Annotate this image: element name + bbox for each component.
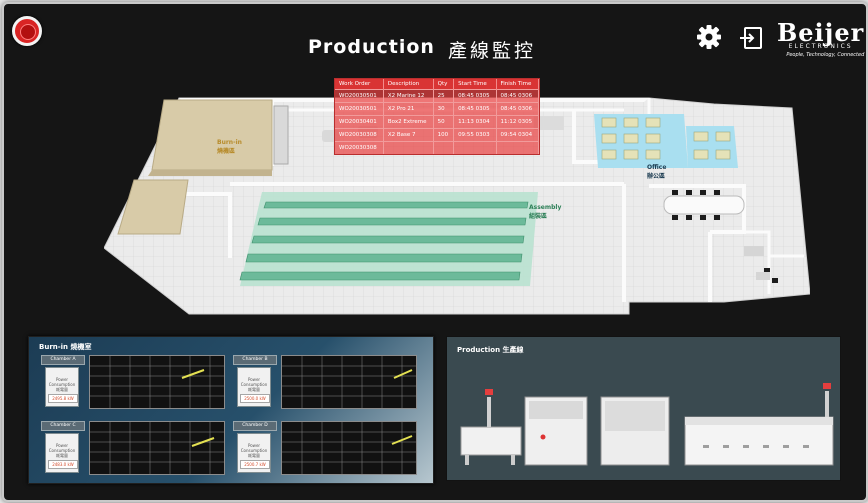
record-icon	[20, 24, 36, 40]
burnin-zone-label: Burn-in 燒機區	[217, 139, 242, 155]
beijer-logo: Beijer ELECTRONICS People, Technology, C…	[777, 18, 865, 58]
power-metric: Power Consumption 耗電量 2495.8 kW	[45, 367, 79, 407]
chamber-badge: Chamber D	[233, 421, 277, 431]
conveyor-machine	[460, 389, 522, 465]
logout-icon	[740, 27, 762, 49]
burnin-card-c[interactable]: Chamber C Power Consumption 耗電量 2483.0 k…	[37, 421, 225, 477]
logout-button[interactable]	[738, 24, 766, 52]
production-line-panel: Production 生產線	[446, 336, 841, 481]
chamber-badge: Chamber C	[41, 421, 85, 431]
power-trend-chart	[281, 421, 417, 475]
burnin-card-b[interactable]: Chamber B Power Consumption 耗電量 2500.0 k…	[229, 355, 417, 411]
table-row[interactable]: WO20030308	[335, 141, 540, 154]
burnin-card-d[interactable]: Chamber D Power Consumption 耗電量 2500.7 k…	[229, 421, 417, 477]
table-row[interactable]: WO20030401 Box2 Extreme 50 11:13 0304 11:12 …	[335, 115, 540, 129]
table-row[interactable]: WO20030501 X2 Marine 12 25 08:45 0305 08:45 …	[335, 89, 540, 103]
col-work-order: Work Order	[335, 79, 384, 90]
pick-place-machine	[600, 396, 670, 466]
table-row[interactable]: WO20030308 X2 Base 7 100 09:55 0303 09:54 03…	[335, 128, 540, 142]
office-zone-label: Office 辦公區	[647, 164, 667, 180]
table-row[interactable]: WO20030501 X2 Pro 21 30 08:45 0305 08:45 030…	[335, 102, 540, 116]
power-trend-chart	[281, 355, 417, 409]
reflow-oven	[684, 383, 834, 466]
record-button[interactable]	[12, 16, 42, 46]
hmi-screen: Production 產線監控 Beijer ELECTRONICS Peopl…	[2, 2, 868, 502]
printer-machine	[524, 396, 588, 466]
burnin-room	[151, 99, 273, 171]
power-metric: Power Consumption 耗電量 2500.7 kW	[237, 433, 271, 473]
burnin-panel: Burn-in 燒機室 Chamber A Power Consumption …	[28, 336, 434, 484]
col-qty: Qty	[433, 79, 455, 90]
page-title-zh: 產線監控	[448, 40, 537, 62]
power-trend-chart	[89, 421, 225, 475]
gear-icon	[697, 25, 721, 49]
power-trend-chart	[89, 355, 225, 409]
col-description: Description	[383, 79, 434, 90]
settings-button[interactable]	[694, 22, 724, 52]
production-line-graphic	[460, 383, 834, 466]
chamber-badge: Chamber B	[233, 355, 277, 365]
burnin-panel-title: Burn-in 燒機室	[39, 343, 92, 351]
burnin-card-a[interactable]: Chamber A Power Consumption 耗電量 2495.8 k…	[37, 355, 225, 411]
col-finish-time: Finish Time	[496, 79, 540, 90]
chamber-badge: Chamber A	[41, 355, 85, 365]
power-metric: Power Consumption 耗電量 2500.0 kW	[237, 367, 271, 407]
assembly-zone-label: Assembly 組裝區	[529, 204, 562, 220]
work-order-table: Work Order Description Qty Start Time Fi…	[334, 78, 540, 155]
page-title: Production	[308, 36, 435, 58]
power-metric: Power Consumption 耗電量 2483.0 kW	[45, 433, 79, 473]
col-start-time: Start Time	[453, 79, 497, 90]
